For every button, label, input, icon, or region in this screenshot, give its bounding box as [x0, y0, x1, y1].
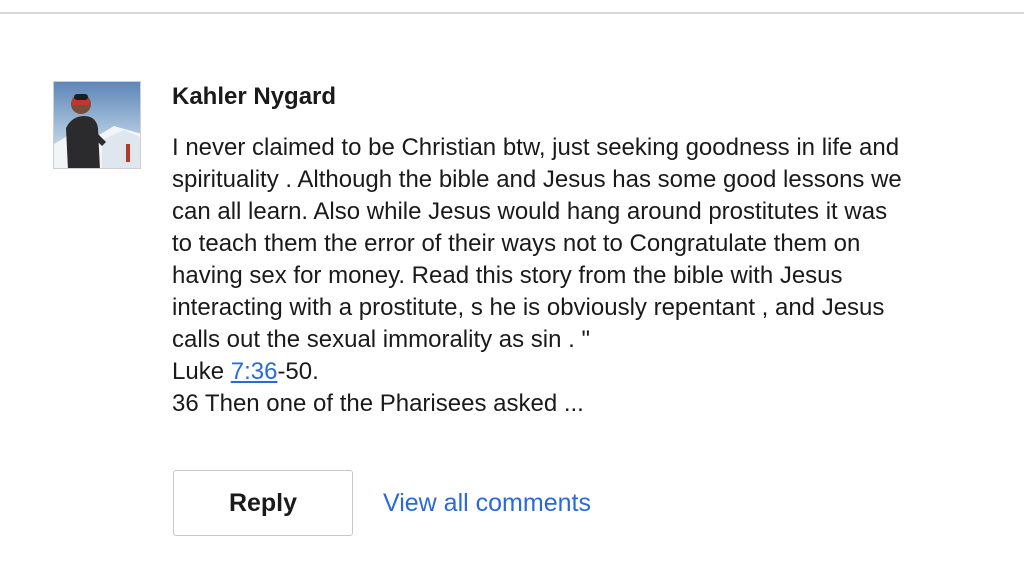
comment-line: interacting with a prostitute, s he is o… — [172, 294, 885, 321]
verse-suffix: -50. — [277, 358, 319, 385]
avatar[interactable] — [53, 81, 141, 169]
view-all-comments-link[interactable]: View all comments — [383, 488, 591, 518]
comment-line: 36 Then one of the Pharisees asked ... — [172, 390, 584, 417]
reply-button[interactable]: Reply — [173, 470, 353, 536]
top-divider — [0, 12, 1024, 14]
user-avatar-photo-icon — [54, 82, 140, 168]
comment-text: I never claimed to be Christian btw, jus… — [172, 132, 1002, 420]
comment-line: to teach them the error of their ways no… — [172, 230, 861, 257]
comment-author[interactable]: Kahler Nygard — [172, 82, 336, 112]
comment-line: spirituality . Although the bible and Je… — [172, 166, 902, 193]
verse-link[interactable]: 7:36 — [231, 358, 278, 385]
comment-line: having sex for money. Read this story fr… — [172, 262, 843, 289]
comment-line: can all learn. Also while Jesus would ha… — [172, 198, 888, 225]
comment-line: calls out the sexual immorality as sin .… — [172, 326, 591, 353]
verse-reference: Luke 7:36-50. — [172, 356, 1002, 388]
comment-line: I never claimed to be Christian btw, jus… — [172, 134, 900, 161]
verse-prefix: Luke — [172, 358, 231, 385]
